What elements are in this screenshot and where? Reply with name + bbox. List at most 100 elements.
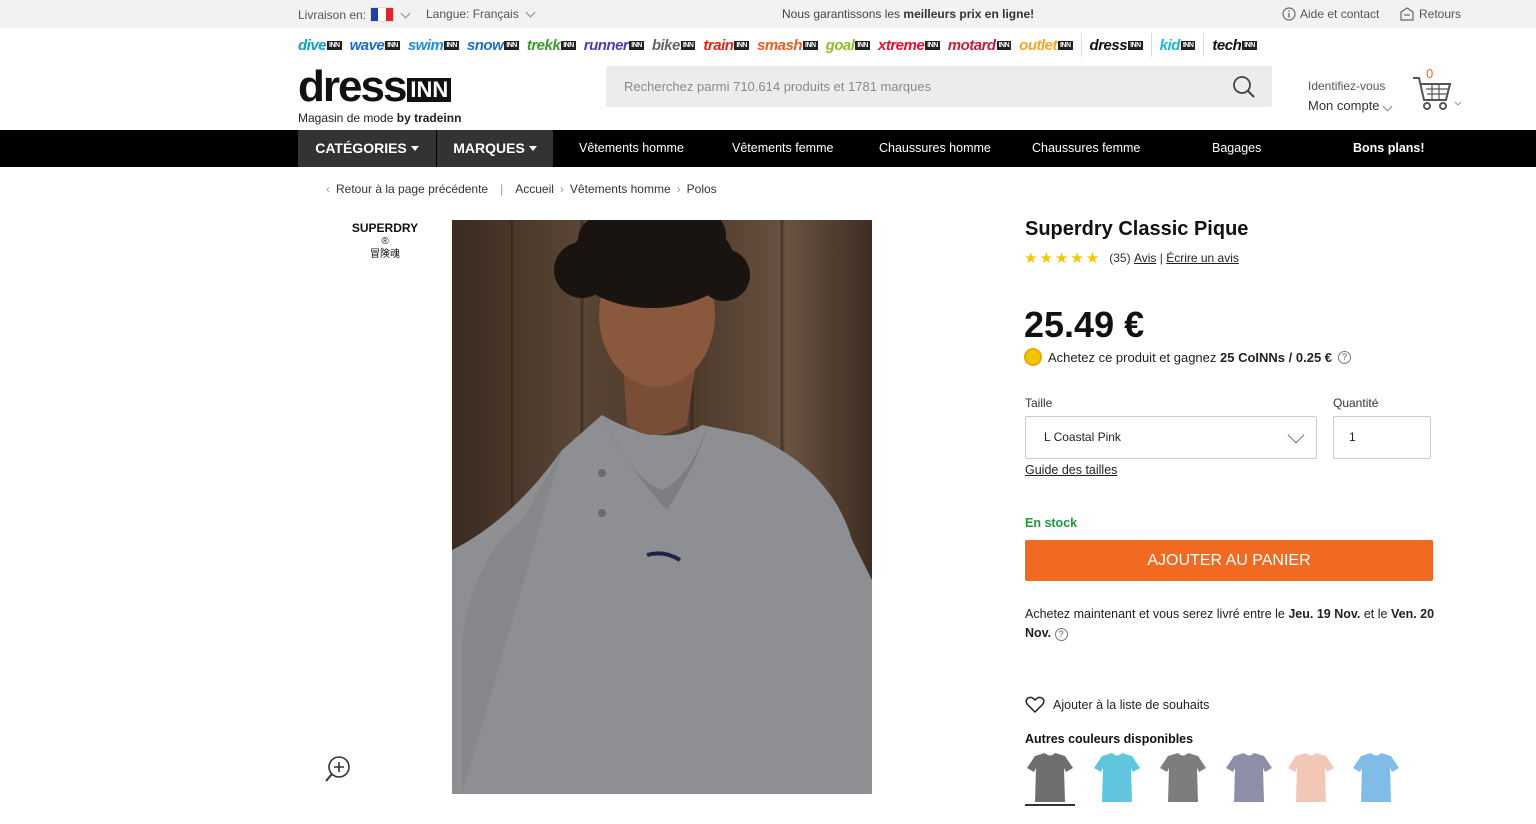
returns-icon xyxy=(1400,7,1414,21)
product-rating: ★★★★★ (35) Avis | Écrire un avis xyxy=(1024,250,1239,267)
brand-site-suffix: INN xyxy=(734,41,749,51)
brand-site-name: trekk xyxy=(526,36,561,54)
chevron-down-icon xyxy=(1287,426,1305,444)
zoom-in-icon[interactable] xyxy=(325,755,352,782)
logo-by-text: by tradeinn xyxy=(396,111,462,125)
brand-site-motard[interactable]: motard INN xyxy=(948,37,1012,54)
brand-site-suffix: INN xyxy=(1242,41,1257,51)
rating-stars-icon: ★★★★★ xyxy=(1024,250,1102,267)
delivery-text: Achetez maintenant et vous serez livré e… xyxy=(1025,607,1285,621)
logo-inn-text: INN xyxy=(407,78,452,102)
product-title: Superdry Classic Pique xyxy=(1025,218,1249,240)
size-guide-link[interactable]: Guide des tailles xyxy=(1025,463,1117,477)
brand-site-wave[interactable]: wave INN xyxy=(350,37,400,54)
breadcrumb-category[interactable]: Vêtements homme xyxy=(570,182,671,196)
brand-site-smash[interactable]: smash INN xyxy=(757,37,818,54)
brand-site-suffix: INN xyxy=(385,41,400,51)
color-swatch[interactable] xyxy=(1224,750,1274,806)
brand-site-suffix: INN xyxy=(925,41,940,51)
brand-site-outlet[interactable]: outlet INN xyxy=(1019,37,1073,54)
brand-site-snow[interactable]: snow INN xyxy=(467,37,519,54)
color-swatch[interactable] xyxy=(1158,750,1208,806)
color-swatch[interactable] xyxy=(1286,750,1336,806)
account-menu[interactable]: Identifiez-vous Mon compte xyxy=(1308,76,1395,116)
breadcrumb-subcategory[interactable]: Polos xyxy=(687,182,717,196)
brand-site-runner[interactable]: runner INN xyxy=(584,37,644,54)
brand-divider xyxy=(1080,33,1082,57)
brand-site-name: dive xyxy=(298,36,327,54)
shopping-cart-icon[interactable] xyxy=(1412,72,1462,114)
brand-site-swim[interactable]: swim INN xyxy=(408,37,459,54)
brand-divider xyxy=(1203,33,1205,57)
nav-brands[interactable]: MARQUES xyxy=(437,130,553,167)
color-swatch[interactable] xyxy=(1092,750,1142,806)
brand-divider xyxy=(1150,33,1152,57)
heart-icon xyxy=(1025,696,1045,714)
brand-site-suffix: INN xyxy=(996,41,1012,51)
coin-icon xyxy=(1024,348,1042,366)
account-hint: Identifiez-vous xyxy=(1308,79,1386,93)
brand-site-suffix: INN xyxy=(629,41,644,51)
color-swatch[interactable] xyxy=(1351,750,1401,806)
promo-bold-text: meilleurs prix en ligne! xyxy=(903,7,1035,21)
size-select[interactable]: L Coastal Pink xyxy=(1025,416,1317,459)
nav-mens-clothing[interactable]: Vêtements homme xyxy=(579,130,684,167)
returns-label: Retours xyxy=(1419,7,1462,21)
language-selector[interactable]: Langue: Français xyxy=(426,7,538,21)
search-bar xyxy=(606,66,1272,107)
reviews-link[interactable]: Avis xyxy=(1134,251,1156,265)
nav-womens-shoes[interactable]: Chaussures femme xyxy=(1032,130,1140,167)
brand-site-kid[interactable]: kid INN xyxy=(1160,37,1196,54)
brand-site-trekk[interactable]: trekk INN xyxy=(527,37,576,54)
quantity-input[interactable]: 1 xyxy=(1333,416,1431,459)
stock-status: En stock xyxy=(1025,516,1078,530)
brand-site-name: smash xyxy=(756,36,803,54)
language-label: Langue: Français xyxy=(426,7,519,21)
chevron-right-icon: › xyxy=(559,182,564,196)
brand-site-dress[interactable]: dress INN xyxy=(1090,37,1143,54)
site-logo[interactable]: dress INN xyxy=(298,64,452,110)
nav-categories[interactable]: CATÉGORIES xyxy=(298,130,436,167)
breadcrumb-home[interactable]: Accueil xyxy=(515,182,554,196)
nav-deals[interactable]: Bons plans! xyxy=(1353,130,1425,167)
brand-site-name: bike xyxy=(651,36,681,54)
brand-site-tech[interactable]: tech INN xyxy=(1212,37,1257,54)
brand-site-bike[interactable]: bike INN xyxy=(652,37,696,54)
add-to-cart-button[interactable]: AJOUTER AU PANIER xyxy=(1025,540,1433,581)
write-review-link[interactable]: Écrire un avis xyxy=(1166,251,1239,265)
brand-site-train[interactable]: train INN xyxy=(703,37,749,54)
wishlist-button[interactable]: Ajouter à la liste de souhaits xyxy=(1025,696,1209,714)
france-flag-icon xyxy=(370,7,395,22)
search-icon[interactable] xyxy=(1232,75,1256,99)
help-question-icon[interactable]: ? xyxy=(1054,628,1068,641)
brand-site-suffix: INN xyxy=(561,41,576,51)
returns-link[interactable]: Retours xyxy=(1399,7,1461,21)
back-link[interactable]: Retour à la page précédente xyxy=(336,182,488,196)
review-count: (35) xyxy=(1109,251,1131,265)
color-swatch[interactable] xyxy=(1025,750,1075,806)
nav-womens-clothing[interactable]: Vêtements femme xyxy=(732,130,833,167)
brand-site-suffix: INN xyxy=(803,41,818,51)
brand-site-xtreme[interactable]: xtreme INN xyxy=(878,37,940,54)
chevron-down-icon xyxy=(1382,101,1392,112)
info-icon xyxy=(1282,7,1296,21)
delivery-date-start: Jeu. 19 Nov. xyxy=(1288,607,1361,621)
coins-text: Achetez ce produit et gagnez xyxy=(1048,349,1217,365)
nav-mens-shoes[interactable]: Chaussures homme xyxy=(879,130,991,167)
brand-logo-mark: ® xyxy=(381,236,389,247)
coins-value: 25 CoINNs / 0.25 € xyxy=(1220,349,1333,365)
product-brand-logo[interactable]: SUPERDRY ® 冒険魂 xyxy=(350,222,420,261)
product-main-image[interactable] xyxy=(452,220,872,794)
size-select-value: L Coastal Pink xyxy=(1044,430,1121,444)
nav-luggage[interactable]: Bagages xyxy=(1212,130,1261,167)
top-utility-bar: Livraison en: Langue: Français Nous gara… xyxy=(0,0,1536,28)
search-input[interactable] xyxy=(624,66,1214,107)
delivery-country-selector[interactable]: Livraison en: xyxy=(298,7,413,22)
help-link[interactable]: Aide et contact xyxy=(1282,7,1379,21)
brand-sites-strip: dive INN wave INN swim INN snow INN trekk INN runn… xyxy=(298,33,1265,57)
promo-banner: Nous garantissons les meilleurs prix en … xyxy=(782,7,1034,21)
help-question-icon[interactable]: ? xyxy=(1338,350,1352,364)
brand-site-goal[interactable]: goal INN xyxy=(826,37,870,54)
brand-site-dive[interactable]: dive INN xyxy=(298,37,342,54)
brand-site-suffix: INN xyxy=(1128,41,1143,51)
